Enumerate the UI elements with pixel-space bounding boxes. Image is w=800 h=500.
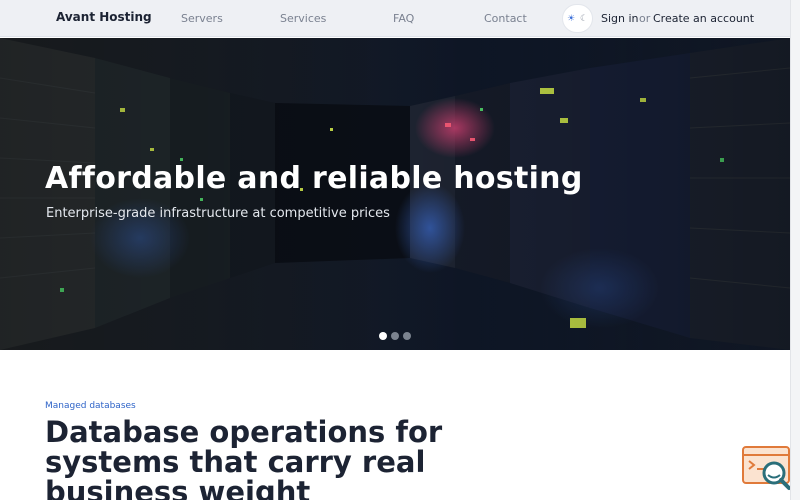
carousel-dot-2[interactable]: [391, 332, 399, 340]
site-header: Avant Hosting Servers Services FAQ Conta…: [0, 0, 790, 37]
nav-contact[interactable]: Contact: [484, 12, 527, 25]
moon-icon: ☾: [580, 14, 589, 24]
nav-faq[interactable]: FAQ: [393, 12, 414, 25]
nav-servers[interactable]: Servers: [181, 12, 223, 25]
section-eyebrow: Managed databases: [45, 401, 136, 411]
hero-carousel: Affordable and reliable hosting Enterpri…: [0, 38, 790, 350]
brand-logo[interactable]: Avant Hosting: [56, 10, 152, 24]
hero-subtitle: Enterprise-grade infrastructure at compe…: [46, 206, 390, 221]
create-account-link[interactable]: Create an account: [653, 12, 754, 25]
carousel-dot-1[interactable]: [379, 332, 387, 340]
page-scrollbar[interactable]: [790, 0, 800, 500]
section-title: Database operations for systems that car…: [45, 415, 443, 500]
carousel-dot-3[interactable]: [403, 332, 411, 340]
support-search-icon[interactable]: [741, 445, 793, 491]
theme-toggle[interactable]: ☀ ☾: [562, 4, 593, 33]
auth-separator: or: [639, 12, 651, 25]
nav-services[interactable]: Services: [280, 12, 326, 25]
hero-title: Affordable and reliable hosting: [45, 161, 583, 196]
sign-in-link[interactable]: Sign in: [601, 12, 639, 25]
sun-icon: ☀: [567, 14, 576, 24]
